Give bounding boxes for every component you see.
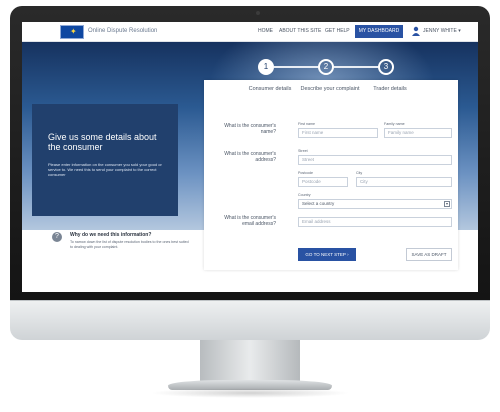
country-select[interactable]: Select a country ▾ (298, 199, 452, 209)
first-name-label: First name (298, 122, 315, 126)
nav-about-link[interactable]: ABOUT THIS SITE (279, 28, 321, 34)
monitor-chin (10, 300, 490, 340)
email-field[interactable]: Email address (298, 217, 452, 227)
step-2-label: Describe your complaint (300, 86, 360, 92)
my-dashboard-button[interactable]: MY DASHBOARD (355, 25, 403, 38)
chevron-down-icon[interactable]: ▾ (444, 201, 450, 207)
stepper-connector (334, 66, 380, 68)
step-1-indicator: 1 (258, 59, 274, 75)
nav-help-link[interactable]: GET HELP (325, 28, 350, 34)
city-field[interactable]: City (356, 177, 452, 187)
street-field[interactable]: Street (298, 155, 452, 165)
consumer-details-form: Consumer details Describe your complaint… (204, 80, 458, 270)
email-question-label: What is the consumer's email address? (224, 215, 276, 227)
address-question-label: What is the consumer's address? (224, 151, 276, 163)
info-icon: ? (52, 232, 62, 242)
top-navigation-bar: ✦ Online Dispute Resolution HOME ABOUT T… (22, 22, 478, 42)
step-3-indicator: 3 (378, 59, 394, 75)
screen: ✦ Online Dispute Resolution HOME ABOUT T… (22, 22, 478, 292)
country-label: Country (298, 193, 311, 197)
user-icon (412, 26, 420, 36)
nav-home-link[interactable]: HOME (258, 28, 273, 34)
intro-panel: Give us some details about the consumer … (32, 104, 178, 216)
step-1-label: Consumer details (248, 86, 292, 92)
family-name-field[interactable]: Family name (384, 128, 452, 138)
name-question-label: What is the consumer's name? (224, 123, 276, 135)
stepper-connector (274, 66, 320, 68)
monitor-shadow (150, 388, 350, 398)
save-draft-button[interactable]: SAVE AS DRAFT (406, 248, 452, 261)
city-label: City (356, 171, 363, 175)
help-text: To narrow down the list of dispute resol… (70, 240, 189, 249)
help-title: Why do we need this information? (70, 232, 152, 238)
family-name-label: Family name (384, 122, 405, 126)
postcode-field[interactable]: Postcode (298, 177, 348, 187)
intro-title: Give us some details about the consumer (48, 132, 157, 152)
monitor-stand (200, 340, 300, 382)
postcode-label: Postcode (298, 171, 313, 175)
street-label: Street (298, 149, 308, 153)
first-name-field[interactable]: First name (298, 128, 378, 138)
eu-flag-logo-icon[interactable]: ✦ (60, 25, 84, 39)
step-3-label: Trader details (373, 86, 407, 92)
next-step-button[interactable]: GO TO NEXT STEP › (298, 248, 356, 261)
camera-icon (256, 11, 260, 15)
user-menu[interactable]: JENNY WHITE ▾ (423, 28, 461, 34)
country-select-value: Select a country (302, 201, 335, 206)
site-name[interactable]: Online Dispute Resolution (88, 28, 157, 34)
intro-text: Please enter information on the consumer… (48, 162, 162, 177)
step-2-indicator: 2 (318, 59, 334, 75)
